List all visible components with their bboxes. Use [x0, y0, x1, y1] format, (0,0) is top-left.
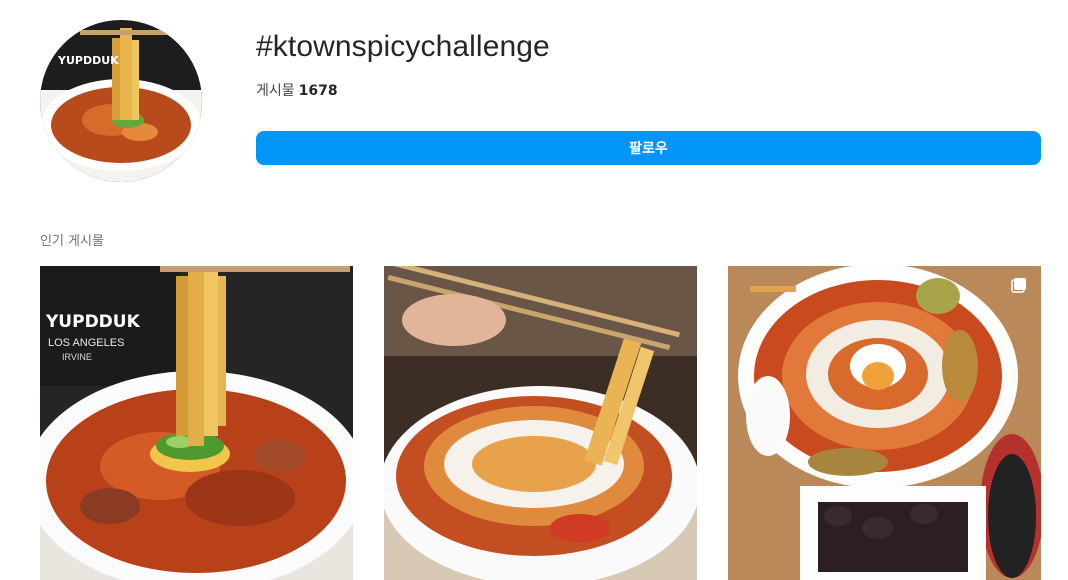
hashtag-title: #ktownspicychallenge: [256, 30, 550, 63]
brand-line-2: LOS ANGELES: [48, 337, 124, 349]
svg-text:YUPDDUK: YUPDDUK: [57, 54, 119, 67]
multi-photo-icon: [1011, 278, 1026, 293]
post-thumbnail-3[interactable]: [728, 266, 1041, 580]
post-count: 게시물 1678: [256, 80, 338, 100]
post-count-label: 게시물: [256, 83, 295, 99]
post-thumbnail-1[interactable]: YUPDDUK LOS ANGELES IRVINE: [40, 266, 353, 580]
post-thumbnail-2[interactable]: [384, 266, 697, 580]
brand-line-3: IRVINE: [62, 352, 92, 362]
hashtag-avatar: YUPDDUK: [40, 20, 202, 182]
top-posts-label: 인기 게시물: [40, 234, 104, 249]
post-count-value: 1678: [298, 83, 338, 99]
follow-button[interactable]: 팔로우: [256, 131, 1041, 165]
top-posts-grid: YUPDDUK LOS ANGELES IRVINE: [40, 266, 1041, 580]
brand-line-1: YUPDDUK: [45, 312, 141, 332]
